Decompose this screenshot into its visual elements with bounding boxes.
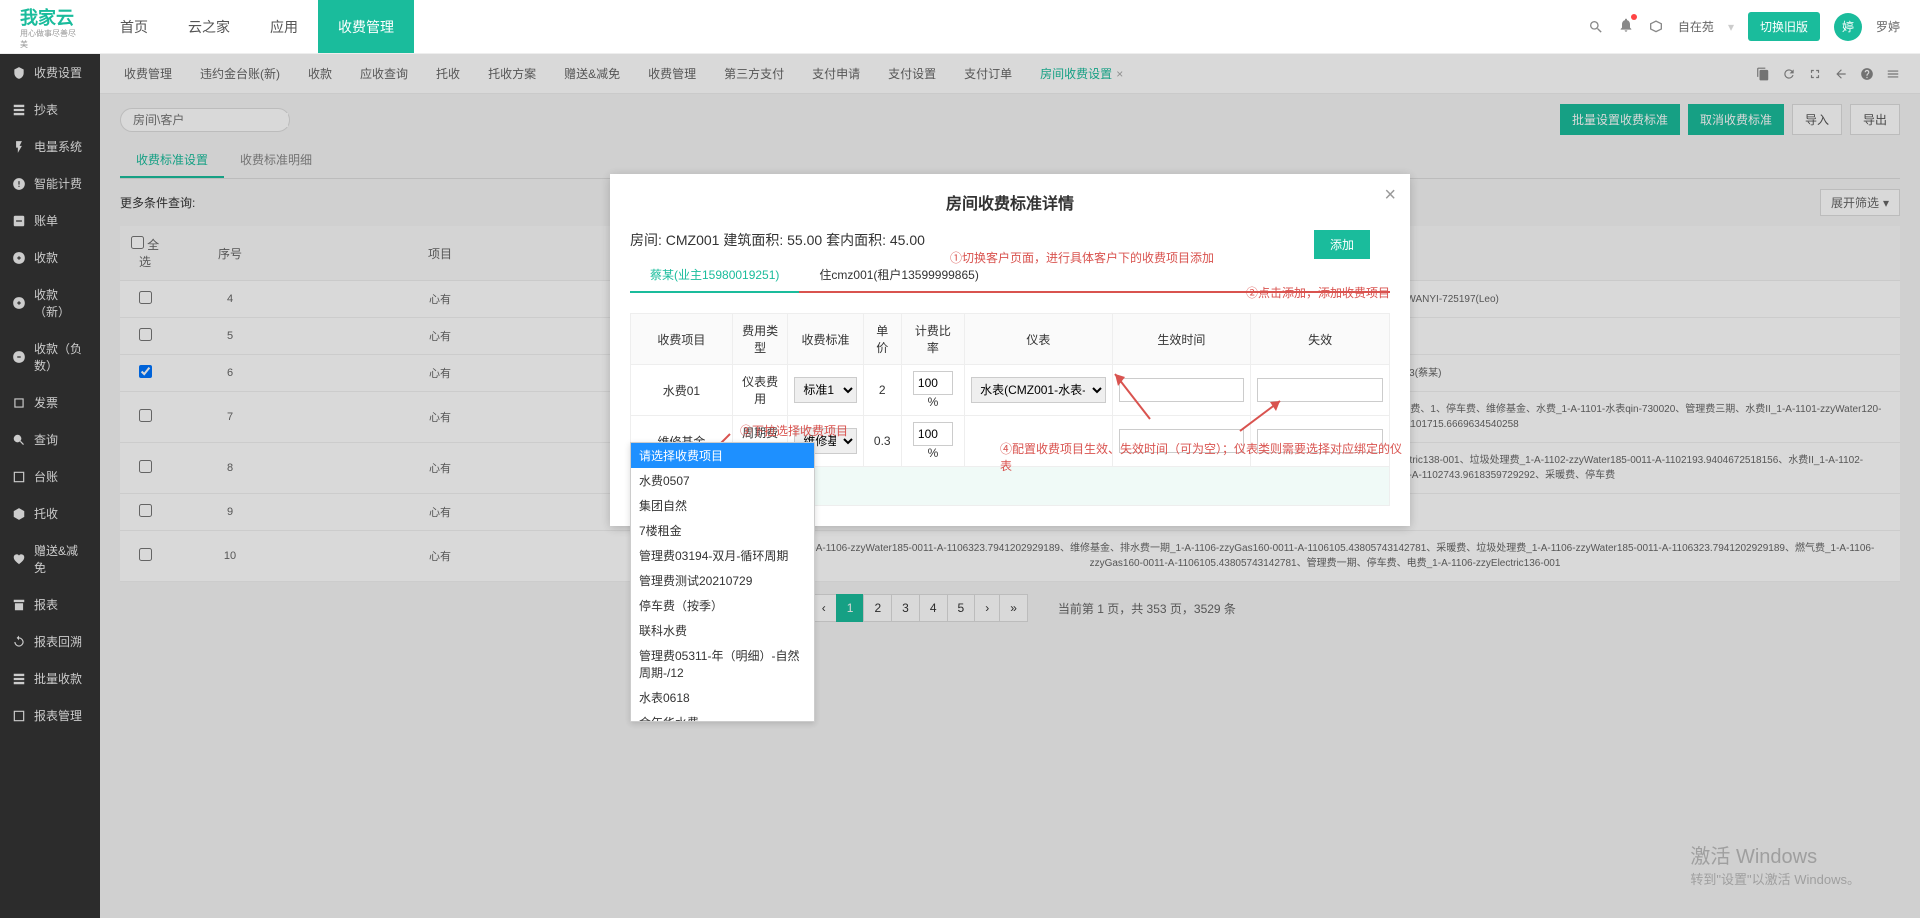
sidebar-item[interactable]: 赠送&减免	[0, 532, 100, 586]
add-button[interactable]: 添加	[1314, 230, 1370, 259]
sidebar-icon	[12, 672, 26, 686]
fee-item-dropdown[interactable]: 请选择收费项目水费0507集团自然7楼租金管理费03194-双月-循环周期管理费…	[630, 442, 815, 722]
search-icon[interactable]	[1588, 19, 1604, 35]
modal: × 房间收费标准详情 添加 房间: CMZ001 建筑面积: 55.00 套内面…	[610, 174, 1410, 526]
sidebar-item[interactable]: 报表管理	[0, 697, 100, 734]
top-nav-item[interactable]: 云之家	[168, 0, 250, 53]
sidebar-item[interactable]: 报表回溯	[0, 623, 100, 660]
detail-col-header: 费用类型	[732, 314, 788, 365]
sidebar-icon	[12, 470, 26, 484]
dropdown-option[interactable]: 金年华水费	[631, 710, 814, 722]
detail-col-header: 收费标准	[788, 314, 863, 365]
sidebar-item[interactable]: 报表	[0, 586, 100, 623]
logo-text: 我家云	[20, 4, 80, 30]
content-area: 收费管理违约金台账(新)收款应收查询托收托收方案赠送&减免收费管理第三方支付支付…	[100, 54, 1920, 918]
sidebar-icon	[12, 709, 26, 723]
sidebar-icon	[12, 103, 26, 117]
dropdown-option[interactable]: 请选择收费项目	[631, 443, 814, 468]
sidebar-item[interactable]: 抄表	[0, 91, 100, 128]
modal-title: 房间收费标准详情	[610, 174, 1410, 230]
detail-col-header: 计费比率	[901, 314, 964, 365]
exp-date-input[interactable]	[1257, 378, 1383, 402]
detail-col-header: 仪表	[965, 314, 1113, 365]
sidebar-icon	[12, 251, 26, 265]
ratio-input[interactable]	[913, 422, 953, 446]
sidebar-item[interactable]: 托收	[0, 495, 100, 532]
sidebar-icon	[12, 507, 26, 521]
notification-dot	[1631, 14, 1637, 20]
std-select[interactable]: 标准1	[794, 377, 856, 403]
sidebar-icon	[12, 396, 26, 410]
sidebar-icon	[12, 296, 26, 310]
sidebar-item[interactable]: 收款	[0, 239, 100, 276]
sidebar-icon	[12, 598, 26, 612]
annotation-1: ①切换客户页面，进行具体客户下的收费项目添加	[950, 249, 1214, 266]
meter-select[interactable]: 水表(CMZ001-水表-264973	[971, 377, 1106, 403]
top-nav-item[interactable]: 收费管理	[318, 0, 414, 53]
top-right-controls: 自在苑 ▾ 切换旧版 婷 罗婷	[1588, 12, 1920, 41]
dropdown-option[interactable]: 集团自然	[631, 493, 814, 518]
sidebar-item[interactable]: 电量系统	[0, 128, 100, 165]
sidebar-icon	[12, 66, 26, 80]
divider: ▾	[1728, 20, 1734, 34]
annotation-2: ②点击添加，添加收费项目	[1246, 284, 1390, 301]
logo-subtitle: 用心做事尽善尽美	[20, 28, 80, 50]
sidebar-item[interactable]: 发票	[0, 384, 100, 421]
detail-col-header: 生效时间	[1112, 314, 1251, 365]
dropdown-option[interactable]: 停车费（按季）	[631, 593, 814, 618]
customer-tab[interactable]: 蔡某(业主15980019251)	[630, 258, 799, 293]
logo: 我家云 用心做事尽善尽美	[0, 4, 100, 50]
sidebar-icon	[12, 635, 26, 649]
dropdown-option[interactable]: 管理费05311-年（明细）-自然周期-/12	[631, 643, 814, 685]
top-nav-item[interactable]: 首页	[100, 0, 168, 53]
top-menu: 首页云之家应用收费管理	[100, 0, 414, 53]
eff-date-input[interactable]	[1119, 378, 1245, 402]
top-nav: 我家云 用心做事尽善尽美 首页云之家应用收费管理 自在苑 ▾ 切换旧版 婷 罗婷	[0, 0, 1920, 54]
dropdown-option[interactable]: 7楼租金	[631, 518, 814, 543]
modal-overlay: × 房间收费标准详情 添加 房间: CMZ001 建筑面积: 55.00 套内面…	[100, 54, 1920, 918]
dropdown-option[interactable]: 水费0507	[631, 468, 814, 493]
sidebar-item[interactable]: 批量收款	[0, 660, 100, 697]
sidebar-icon	[12, 433, 26, 447]
sidebar-item[interactable]: 收费设置	[0, 54, 100, 91]
detail-col-header: 收费项目	[631, 314, 733, 365]
sidebar-item[interactable]: 查询	[0, 421, 100, 458]
sidebar-icon	[12, 214, 26, 228]
sidebar-item[interactable]: 智能计费	[0, 165, 100, 202]
org-name[interactable]: 自在苑	[1678, 18, 1714, 35]
sidebar-item[interactable]: 账单	[0, 202, 100, 239]
sidebar-item[interactable]: 台账	[0, 458, 100, 495]
sidebar-icon	[12, 177, 26, 191]
avatar[interactable]: 婷	[1834, 13, 1862, 41]
package-icon[interactable]	[1648, 19, 1664, 35]
annotation-3: ③下拉选择收费项目	[740, 422, 848, 439]
ratio-input[interactable]	[913, 371, 953, 395]
dropdown-option[interactable]: 管理费03194-双月-循环周期	[631, 543, 814, 568]
detail-col-header: 单价	[863, 314, 901, 365]
sidebar-item[interactable]: 收款（负数）	[0, 330, 100, 384]
sidebar-icon	[12, 350, 26, 364]
detail-col-header: 失效	[1251, 314, 1390, 365]
top-nav-item[interactable]: 应用	[250, 0, 318, 53]
bell-wrapper[interactable]	[1618, 17, 1634, 36]
username: 罗婷	[1876, 18, 1900, 35]
dropdown-option[interactable]: 联科水费	[631, 618, 814, 643]
sidebar: 收费设置抄表电量系统智能计费账单收款收款（新）收款（负数）发票查询台账托收赠送&…	[0, 54, 100, 918]
dropdown-option[interactable]: 水表0618	[631, 685, 814, 710]
sidebar-icon	[12, 552, 26, 566]
switch-version-button[interactable]: 切换旧版	[1748, 12, 1820, 41]
room-info: 房间: CMZ001 建筑面积: 55.00 套内面积: 45.00	[630, 230, 1390, 250]
sidebar-item[interactable]: 收款（新）	[0, 276, 100, 330]
dropdown-option[interactable]: 管理费测试20210729	[631, 568, 814, 593]
detail-row: 水费01仪表费用标准12 %水表(CMZ001-水表-264973	[631, 365, 1390, 416]
close-icon[interactable]: ×	[1384, 184, 1396, 207]
sidebar-icon	[12, 140, 26, 154]
annotation-4: ④配置收费项目生效、失效时间（可为空）；仪表类则需要选择对应绑定的仪表	[1000, 440, 1410, 474]
